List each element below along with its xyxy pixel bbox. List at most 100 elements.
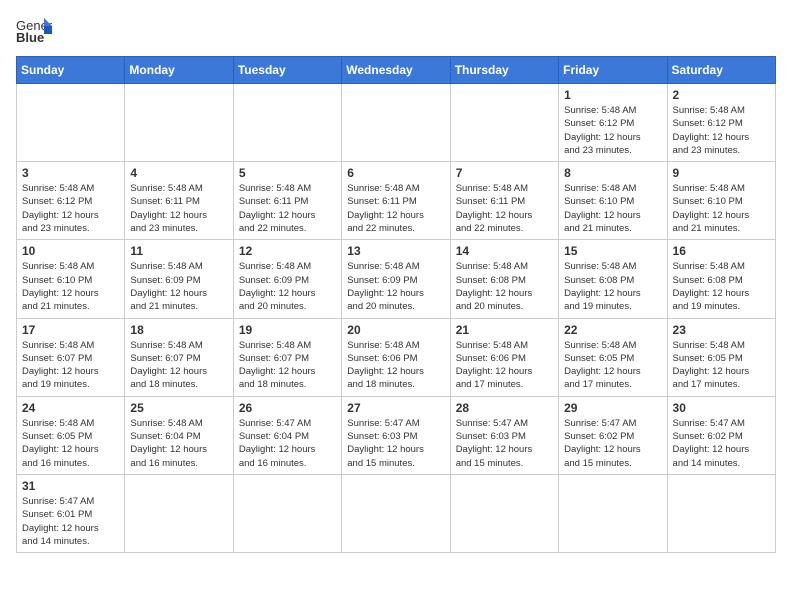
- day-number: 20: [347, 323, 444, 337]
- day-info: Sunrise: 5:48 AM Sunset: 6:10 PM Dayligh…: [22, 260, 119, 313]
- calendar-header-row: SundayMondayTuesdayWednesdayThursdayFrid…: [17, 57, 776, 84]
- week-row-1: 3 Sunrise: 5:48 AM Sunset: 6:12 PM Daylig…: [17, 162, 776, 240]
- day-cell: 21 Sunrise: 5:48 AM Sunset: 6:06 PM Dayli…: [450, 318, 558, 396]
- day-cell: 8 Sunrise: 5:48 AM Sunset: 6:10 PM Daylig…: [559, 162, 667, 240]
- day-info: Sunrise: 5:48 AM Sunset: 6:11 PM Dayligh…: [456, 182, 553, 235]
- header-friday: Friday: [559, 57, 667, 84]
- svg-text:Blue: Blue: [16, 30, 44, 44]
- day-cell: 6 Sunrise: 5:48 AM Sunset: 6:11 PM Daylig…: [342, 162, 450, 240]
- day-cell: 2 Sunrise: 5:48 AM Sunset: 6:12 PM Daylig…: [667, 84, 775, 162]
- day-cell: 18 Sunrise: 5:48 AM Sunset: 6:07 PM Dayli…: [125, 318, 233, 396]
- day-cell: 3 Sunrise: 5:48 AM Sunset: 6:12 PM Daylig…: [17, 162, 125, 240]
- day-info: Sunrise: 5:48 AM Sunset: 6:05 PM Dayligh…: [22, 417, 119, 470]
- day-info: Sunrise: 5:48 AM Sunset: 6:12 PM Dayligh…: [564, 104, 661, 157]
- day-cell: [559, 474, 667, 552]
- header-monday: Monday: [125, 57, 233, 84]
- day-cell: 16 Sunrise: 5:48 AM Sunset: 6:08 PM Dayli…: [667, 240, 775, 318]
- day-number: 12: [239, 244, 336, 258]
- day-info: Sunrise: 5:48 AM Sunset: 6:07 PM Dayligh…: [239, 339, 336, 392]
- day-number: 19: [239, 323, 336, 337]
- day-info: Sunrise: 5:48 AM Sunset: 6:08 PM Dayligh…: [673, 260, 770, 313]
- day-number: 18: [130, 323, 227, 337]
- day-info: Sunrise: 5:48 AM Sunset: 6:11 PM Dayligh…: [130, 182, 227, 235]
- day-cell: 22 Sunrise: 5:48 AM Sunset: 6:05 PM Dayli…: [559, 318, 667, 396]
- day-info: Sunrise: 5:48 AM Sunset: 6:07 PM Dayligh…: [130, 339, 227, 392]
- header-sunday: Sunday: [17, 57, 125, 84]
- day-cell: 31Sunrise: 5:47 AM Sunset: 6:01 PM Dayli…: [17, 474, 125, 552]
- day-number: 27: [347, 401, 444, 415]
- day-number: 8: [564, 166, 661, 180]
- day-cell: 25 Sunrise: 5:48 AM Sunset: 6:04 PM Dayli…: [125, 396, 233, 474]
- day-cell: 9Sunrise: 5:48 AM Sunset: 6:10 PM Daylig…: [667, 162, 775, 240]
- day-number: 22: [564, 323, 661, 337]
- day-info: Sunrise: 5:48 AM Sunset: 6:05 PM Dayligh…: [564, 339, 661, 392]
- calendar-table: SundayMondayTuesdayWednesdayThursdayFrid…: [16, 56, 776, 553]
- day-cell: 24 Sunrise: 5:48 AM Sunset: 6:05 PM Dayli…: [17, 396, 125, 474]
- day-info: Sunrise: 5:48 AM Sunset: 6:12 PM Dayligh…: [22, 182, 119, 235]
- day-info: Sunrise: 5:47 AM Sunset: 6:04 PM Dayligh…: [239, 417, 336, 470]
- page-header: General Blue: [16, 16, 776, 44]
- day-number: 28: [456, 401, 553, 415]
- header-saturday: Saturday: [667, 57, 775, 84]
- day-cell: 19 Sunrise: 5:48 AM Sunset: 6:07 PM Dayli…: [233, 318, 341, 396]
- day-cell: 7Sunrise: 5:48 AM Sunset: 6:11 PM Daylig…: [450, 162, 558, 240]
- day-info: Sunrise: 5:48 AM Sunset: 6:09 PM Dayligh…: [130, 260, 227, 313]
- day-number: 6: [347, 166, 444, 180]
- header-wednesday: Wednesday: [342, 57, 450, 84]
- day-info: Sunrise: 5:47 AM Sunset: 6:03 PM Dayligh…: [347, 417, 444, 470]
- week-row-4: 24 Sunrise: 5:48 AM Sunset: 6:05 PM Dayli…: [17, 396, 776, 474]
- day-info: Sunrise: 5:48 AM Sunset: 6:11 PM Dayligh…: [347, 182, 444, 235]
- day-info: Sunrise: 5:48 AM Sunset: 6:09 PM Dayligh…: [347, 260, 444, 313]
- day-cell: 20 Sunrise: 5:48 AM Sunset: 6:06 PM Dayli…: [342, 318, 450, 396]
- day-number: 2: [673, 88, 770, 102]
- day-info: Sunrise: 5:48 AM Sunset: 6:10 PM Dayligh…: [564, 182, 661, 235]
- logo: General Blue: [16, 16, 56, 44]
- day-number: 4: [130, 166, 227, 180]
- day-number: 5: [239, 166, 336, 180]
- day-cell: 23 Sunrise: 5:48 AM Sunset: 6:05 PM Dayli…: [667, 318, 775, 396]
- day-number: 30: [673, 401, 770, 415]
- day-cell: 1Sunrise: 5:48 AM Sunset: 6:12 PM Daylig…: [559, 84, 667, 162]
- day-info: Sunrise: 5:48 AM Sunset: 6:08 PM Dayligh…: [564, 260, 661, 313]
- day-info: Sunrise: 5:48 AM Sunset: 6:10 PM Dayligh…: [673, 182, 770, 235]
- day-cell: 4 Sunrise: 5:48 AM Sunset: 6:11 PM Daylig…: [125, 162, 233, 240]
- day-cell: 5 Sunrise: 5:48 AM Sunset: 6:11 PM Daylig…: [233, 162, 341, 240]
- day-cell: [342, 474, 450, 552]
- day-cell: 14Sunrise: 5:48 AM Sunset: 6:08 PM Dayli…: [450, 240, 558, 318]
- day-number: 31: [22, 479, 119, 493]
- day-info: Sunrise: 5:47 AM Sunset: 6:02 PM Dayligh…: [673, 417, 770, 470]
- day-cell: 30 Sunrise: 5:47 AM Sunset: 6:02 PM Dayli…: [667, 396, 775, 474]
- week-row-2: 10 Sunrise: 5:48 AM Sunset: 6:10 PM Dayli…: [17, 240, 776, 318]
- day-number: 26: [239, 401, 336, 415]
- day-cell: 17Sunrise: 5:48 AM Sunset: 6:07 PM Dayli…: [17, 318, 125, 396]
- day-number: 3: [22, 166, 119, 180]
- day-number: 23: [673, 323, 770, 337]
- day-number: 10: [22, 244, 119, 258]
- week-row-0: 1Sunrise: 5:48 AM Sunset: 6:12 PM Daylig…: [17, 84, 776, 162]
- day-info: Sunrise: 5:48 AM Sunset: 6:11 PM Dayligh…: [239, 182, 336, 235]
- day-number: 11: [130, 244, 227, 258]
- day-number: 24: [22, 401, 119, 415]
- logo-icon: General Blue: [16, 16, 52, 44]
- day-cell: 26 Sunrise: 5:47 AM Sunset: 6:04 PM Dayli…: [233, 396, 341, 474]
- day-info: Sunrise: 5:48 AM Sunset: 6:12 PM Dayligh…: [673, 104, 770, 157]
- day-info: Sunrise: 5:48 AM Sunset: 6:06 PM Dayligh…: [347, 339, 444, 392]
- day-number: 29: [564, 401, 661, 415]
- week-row-5: 31Sunrise: 5:47 AM Sunset: 6:01 PM Dayli…: [17, 474, 776, 552]
- day-number: 21: [456, 323, 553, 337]
- day-info: Sunrise: 5:48 AM Sunset: 6:04 PM Dayligh…: [130, 417, 227, 470]
- day-cell: 15 Sunrise: 5:48 AM Sunset: 6:08 PM Dayli…: [559, 240, 667, 318]
- day-number: 15: [564, 244, 661, 258]
- day-cell: [233, 84, 341, 162]
- day-info: Sunrise: 5:48 AM Sunset: 6:08 PM Dayligh…: [456, 260, 553, 313]
- day-info: Sunrise: 5:48 AM Sunset: 6:06 PM Dayligh…: [456, 339, 553, 392]
- day-info: Sunrise: 5:48 AM Sunset: 6:05 PM Dayligh…: [673, 339, 770, 392]
- day-number: 16: [673, 244, 770, 258]
- day-cell: [667, 474, 775, 552]
- day-cell: 11 Sunrise: 5:48 AM Sunset: 6:09 PM Dayli…: [125, 240, 233, 318]
- day-info: Sunrise: 5:48 AM Sunset: 6:09 PM Dayligh…: [239, 260, 336, 313]
- day-cell: [233, 474, 341, 552]
- day-info: Sunrise: 5:48 AM Sunset: 6:07 PM Dayligh…: [22, 339, 119, 392]
- day-number: 25: [130, 401, 227, 415]
- day-info: Sunrise: 5:47 AM Sunset: 6:03 PM Dayligh…: [456, 417, 553, 470]
